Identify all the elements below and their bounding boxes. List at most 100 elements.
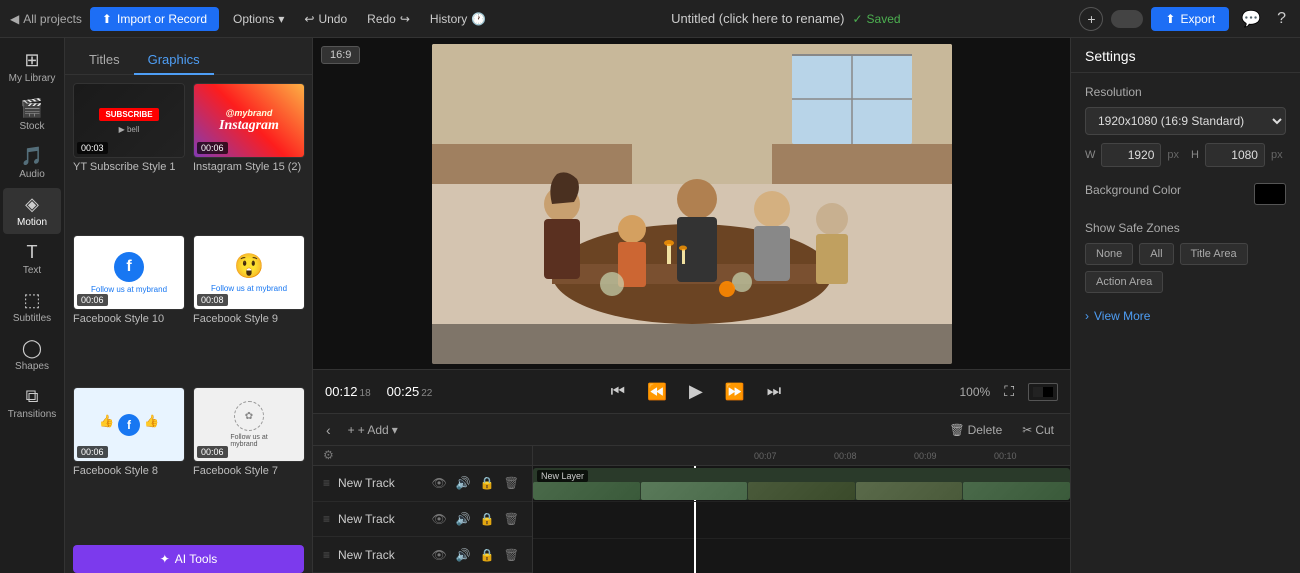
media-label: Facebook Style 9 [193, 313, 305, 325]
track-lock-button[interactable]: 🔒 [477, 511, 498, 527]
undo-button[interactable]: ↩ Undo [298, 8, 353, 30]
current-time: 00:12 [325, 384, 358, 399]
video-strip[interactable]: New Layer [533, 468, 1070, 500]
track-visibility-button[interactable]: 👁 [429, 547, 450, 563]
export-button[interactable]: ⬆ Export [1151, 7, 1229, 31]
preview-area: 16:9 [313, 38, 1070, 413]
sidebar-item-transitions[interactable]: ⧉ Transitions [3, 380, 61, 426]
sidebar-item-my-library[interactable]: ⊞ My Library [3, 44, 61, 90]
panel-tabs: Titles Graphics [65, 38, 312, 75]
safe-zone-all-button[interactable]: All [1139, 243, 1173, 265]
saved-badge: ✓ Saved [852, 12, 900, 26]
track-audio-button[interactable]: 🔊 [453, 547, 474, 563]
track-delete-button[interactable]: 🗑 [501, 475, 522, 491]
cut-button[interactable]: ✂ Cut [1016, 420, 1060, 440]
rewind-button[interactable]: ⏪ [641, 378, 673, 406]
audio-icon: 🎵 [21, 146, 43, 167]
duration-badge: 00:03 [77, 142, 108, 154]
track-delete-button[interactable]: 🗑 [501, 511, 522, 527]
new-layer-badge: New Layer [537, 470, 588, 482]
options-button[interactable]: Options ▾ [227, 8, 290, 30]
track-controls: 👁 🔊 🔒 🗑 [429, 547, 522, 563]
redo-icon: ↪ [400, 12, 410, 26]
track-audio-button[interactable]: 🔊 [453, 511, 474, 527]
list-item[interactable]: 😲 Follow us at mybrand 00:08 Facebook St… [193, 235, 305, 379]
fast-forward-button[interactable]: ⏩ [719, 378, 751, 406]
back-button[interactable]: ◀ All projects [10, 12, 82, 26]
media-label: Facebook Style 7 [193, 465, 305, 477]
media-thumbnail: SUBSCRIBE ▶ bell 00:03 [73, 83, 185, 158]
duration-badge: 00:06 [197, 446, 228, 458]
fullscreen-button[interactable]: ⛶ [1000, 379, 1018, 404]
theme-toggle[interactable] [1111, 10, 1143, 28]
track-visibility-button[interactable]: 👁 [429, 511, 450, 527]
history-button[interactable]: History 🕐 [424, 8, 492, 30]
delete-button[interactable]: 🗑 Delete [943, 420, 1008, 440]
skip-to-start-button[interactable]: ⏮ [605, 379, 631, 405]
my-library-icon: ⊞ [24, 50, 39, 71]
drag-handle[interactable]: ≡ [323, 512, 330, 526]
plus-icon: + [348, 423, 355, 437]
track-name: New Track [338, 476, 423, 490]
ruler-marks: 00:07 00:08 00:09 00:10 [750, 451, 1070, 461]
settings-body: Resolution 1920x1080 (16:9 Standard) W p… [1071, 73, 1300, 573]
export-icon: ⬆ [1165, 12, 1175, 26]
track-lock-button[interactable]: 🔒 [477, 547, 498, 563]
chat-button[interactable]: 💬 [1237, 5, 1265, 33]
tab-graphics[interactable]: Graphics [134, 46, 214, 75]
safe-zone-title-button[interactable]: Title Area [1180, 243, 1248, 265]
play-pause-button[interactable]: ▶ [683, 377, 709, 406]
help-button[interactable]: ? [1273, 6, 1290, 32]
sidebar-item-text[interactable]: T Text [3, 236, 61, 282]
project-title[interactable]: Untitled (click here to rename) [671, 11, 844, 26]
tab-titles[interactable]: Titles [75, 46, 134, 75]
safe-zones-label: Show Safe Zones [1085, 221, 1286, 235]
safe-zone-action-button[interactable]: Action Area [1085, 271, 1163, 293]
safe-zone-none-button[interactable]: None [1085, 243, 1133, 265]
back-label: All projects [23, 12, 82, 26]
media-thumbnail: 😲 Follow us at mybrand 00:08 [193, 235, 305, 310]
settings-title: Settings [1071, 38, 1300, 73]
height-input[interactable] [1205, 143, 1265, 167]
list-item[interactable]: 👍 f 👍 00:06 Facebook Style 8 [73, 387, 185, 531]
import-icon: ⬆ [102, 12, 112, 26]
list-item[interactable]: SUBSCRIBE ▶ bell 00:03 YT Subscribe Styl… [73, 83, 185, 227]
list-item[interactable]: f Follow us at mybrand 00:06 Facebook St… [73, 235, 185, 379]
sidebar-item-motion[interactable]: ◈ Motion [3, 188, 61, 234]
resolution-select[interactable]: 1920x1080 (16:9 Standard) [1085, 107, 1286, 135]
redo-button[interactable]: Redo ↪ [361, 8, 416, 30]
sidebar-item-audio[interactable]: 🎵 Audio [3, 140, 61, 186]
settings-panel: Settings Resolution 1920x1080 (16:9 Stan… [1070, 38, 1300, 573]
duration-badge: 00:06 [77, 446, 108, 458]
track-lock-button[interactable]: 🔒 [477, 475, 498, 491]
skip-to-end-button[interactable]: ⏭ [761, 379, 787, 405]
track-visibility-button[interactable]: 👁 [429, 475, 450, 491]
sidebar-item-shapes[interactable]: ◯ Shapes [3, 332, 61, 378]
sidebar-item-stock[interactable]: 🎬 Stock [3, 92, 61, 138]
timeline-nav-left-button[interactable]: ‹ [323, 419, 334, 441]
import-record-button[interactable]: ⬆ Import or Record [90, 7, 219, 31]
list-item[interactable]: @mybrand Instagram 00:06 Instagram Style… [193, 83, 305, 227]
ai-tools-button[interactable]: ✦ AI Tools [73, 545, 304, 573]
track-delete-button[interactable]: 🗑 [501, 547, 522, 563]
aspect-ratio-badge: 16:9 [321, 46, 360, 64]
sidebar-item-subtitles[interactable]: ⬚ Subtitles [3, 284, 61, 330]
total-time: 00:25 [387, 384, 420, 399]
timeline-toolbar: ‹ + + Add ▾ 🗑 Delete ✂ Cut [313, 414, 1070, 446]
list-item[interactable]: ✿ Follow us atmybrand 00:06 Facebook Sty… [193, 387, 305, 531]
width-input[interactable] [1101, 143, 1161, 167]
add-button[interactable]: + [1079, 7, 1103, 31]
drag-handle[interactable]: ≡ [323, 548, 330, 562]
color-swatch[interactable] [1254, 183, 1286, 205]
settings-button[interactable]: ⚙ [323, 448, 334, 462]
preview-top: 16:9 [313, 38, 1070, 369]
add-track-button[interactable]: + + Add ▾ [342, 420, 404, 440]
total-time-ms: 22 [421, 388, 432, 399]
track-labels: ⚙ ≡ New Track 👁 🔊 🔒 🗑 ≡ [313, 446, 533, 573]
drag-handle[interactable]: ≡ [323, 476, 330, 490]
track-audio-button[interactable]: 🔊 [453, 475, 474, 491]
current-time-ms: 18 [360, 388, 371, 399]
subtitles-icon: ⬚ [23, 290, 40, 311]
safe-zone-buttons: None All Title Area Action Area [1085, 243, 1286, 293]
view-more-button[interactable]: › View More [1085, 309, 1286, 323]
